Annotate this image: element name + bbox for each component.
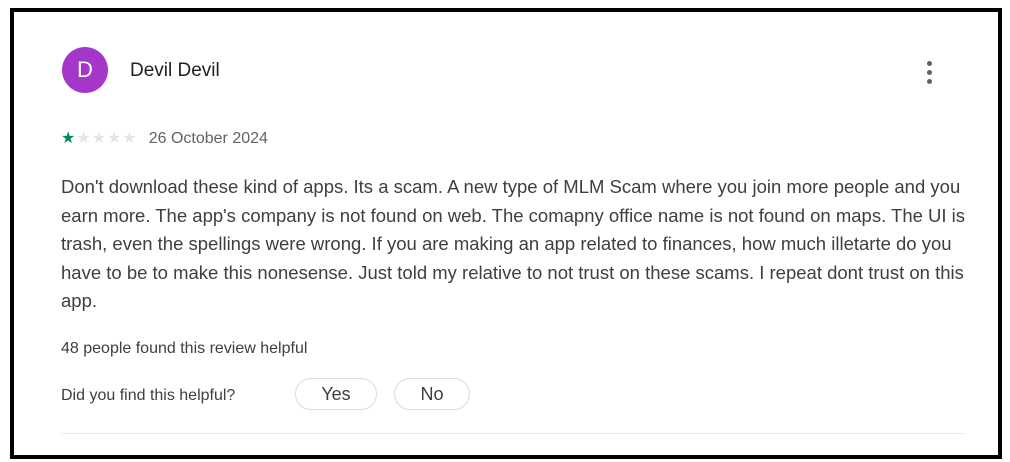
helpful-count: 48 people found this review helpful (61, 340, 308, 357)
rating-row: ★ ★ ★ ★ ★ 26 October 2024 (61, 130, 268, 148)
star-icon: ★ (91, 130, 107, 147)
more-dot (926, 69, 932, 75)
avatar: D (62, 47, 108, 93)
star-rating: ★ ★ ★ ★ ★ (61, 130, 137, 148)
star-icon: ★ (61, 130, 76, 147)
review-text: Don't download these kind of apps. Its a… (61, 176, 966, 311)
helpful-question: Did you find this helpful? (61, 387, 236, 404)
star-icon: ★ (107, 130, 122, 147)
yes-button[interactable]: Yes (295, 378, 377, 410)
review-date: 26 October 2024 (148, 130, 268, 147)
star-icon: ★ (122, 130, 137, 147)
author-name: Devil Devil (130, 60, 220, 81)
more-options-icon[interactable] (914, 54, 944, 90)
more-dot (926, 60, 932, 66)
divider (61, 433, 965, 434)
more-dot (926, 78, 932, 84)
no-button[interactable]: No (394, 378, 470, 410)
star-icon: ★ (76, 130, 91, 147)
review-card: D Devil Devil ★ ★ ★ ★ ★ 26 October 2024 Don'… (10, 8, 1002, 459)
